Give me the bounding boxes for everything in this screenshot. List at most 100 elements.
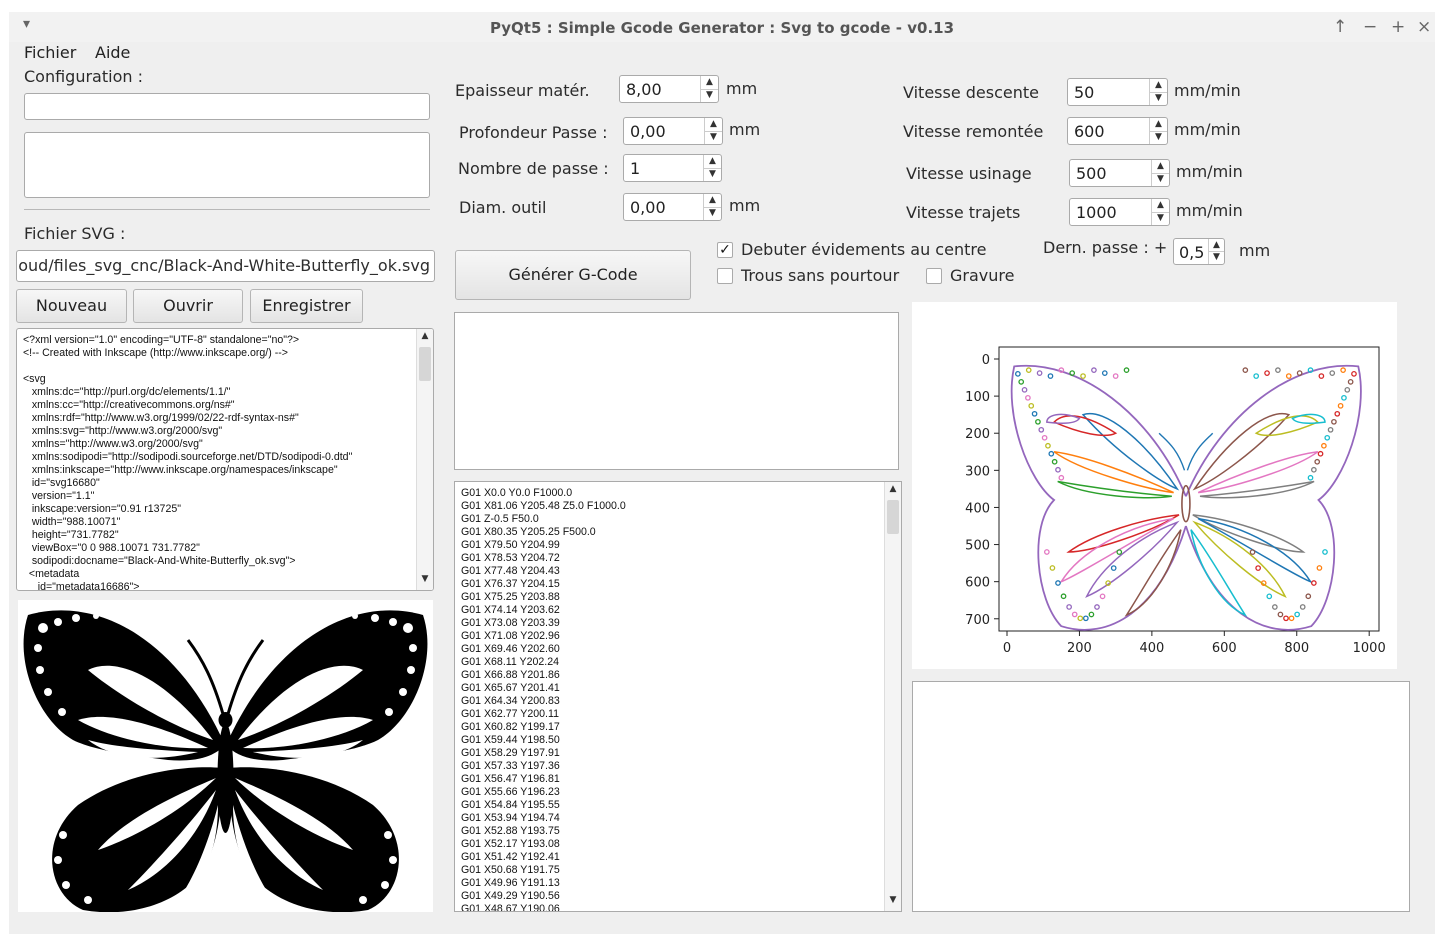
y-tick-label: 400: [965, 501, 990, 516]
spin-down-icon[interactable]: ▼: [701, 89, 718, 102]
gcode-line: G01 X0.0 Y0.0 F1000.0: [461, 487, 573, 499]
tool-diam-unit: mm: [729, 196, 761, 215]
y-tick-label: 200: [965, 427, 990, 442]
scroll-up-icon[interactable]: ▲: [885, 484, 901, 498]
gcode-line: G01 X71.08 Y202.96: [461, 630, 560, 642]
window-title: PyQt5 : Simple Gcode Generator : Svg to …: [489, 19, 955, 37]
maximize-button[interactable]: +: [1391, 17, 1405, 37]
menu-fichier[interactable]: Fichier: [24, 43, 76, 62]
generate-gcode-button[interactable]: Générer G-Code: [455, 250, 691, 300]
svg-source-scrollbar[interactable]: ▲ ▼: [416, 329, 433, 590]
gcode-output[interactable]: G01 X0.0 Y0.0 F1000.0 G01 X81.06 Y205.48 …: [454, 481, 902, 912]
last-pass-label: Dern. passe : +: [1043, 238, 1168, 257]
spin-up-icon[interactable]: ▲: [704, 155, 721, 169]
center-start-label: Debuter évidements au centre: [741, 240, 987, 259]
gcode-line: G01 X52.17 Y193.08: [461, 838, 560, 850]
x-tick-label: 400: [1139, 641, 1164, 656]
y-tick-label: 300: [965, 464, 990, 479]
x-tick-label: 200: [1067, 641, 1092, 656]
scroll-thumb[interactable]: [419, 347, 431, 381]
scroll-thumb[interactable]: [887, 500, 899, 534]
new-button[interactable]: Nouveau: [16, 289, 127, 323]
spin-down-icon[interactable]: ▼: [1152, 173, 1169, 186]
gcode-line: G01 X68.11 Y202.24: [461, 656, 559, 668]
tool-diam-spinbox[interactable]: 0,00 ▲ ▼: [623, 193, 722, 221]
gcode-scrollbar[interactable]: ▲ ▼: [884, 482, 901, 911]
spin-up-icon[interactable]: ▲: [704, 194, 721, 208]
speed-travel-unit: mm/min: [1176, 201, 1243, 220]
spin-up-icon[interactable]: ▲: [1150, 79, 1167, 93]
speed-up-value: 600: [1074, 122, 1105, 141]
gcode-line: G01 X75.25 Y203.88: [461, 591, 560, 603]
tool-diam-value: 0,00: [630, 198, 666, 217]
gcode-line: G01 X49.29 Y190.56: [461, 890, 560, 902]
gcode-line: G01 X59.44 Y198.50: [461, 734, 560, 746]
svg-path-input[interactable]: Cloud/files_svg_cnc/Black-And-White-Butt…: [16, 250, 435, 282]
gcode-line: G01 X69.46 Y202.60: [461, 643, 560, 655]
spin-down-icon[interactable]: ▼: [1150, 92, 1167, 105]
speed-travel-label: Vitesse trajets: [906, 203, 1021, 222]
y-tick-label: 0: [982, 353, 990, 368]
config-notes[interactable]: [24, 132, 430, 198]
speed-down-spinbox[interactable]: 50 ▲ ▼: [1067, 78, 1168, 106]
gcode-line: G01 X78.53 Y204.72: [461, 552, 560, 564]
tool-diam-label: Diam. outil: [459, 198, 547, 217]
scroll-down-icon[interactable]: ▼: [885, 895, 901, 909]
center-start-checkbox[interactable]: ✓: [717, 242, 733, 258]
engraving-checkbox[interactable]: [926, 268, 942, 284]
title-bar: ▾ PyQt5 : Simple Gcode Generator : Svg t…: [9, 12, 1435, 42]
speed-down-value: 50: [1074, 83, 1095, 102]
minimize-button[interactable]: −: [1363, 17, 1377, 37]
last-pass-value: 0,5: [1179, 243, 1205, 262]
speed-down-label: Vitesse descente: [903, 83, 1039, 102]
gcode-line: G01 X80.35 Y205.25 F500.0: [461, 526, 596, 538]
scroll-down-icon[interactable]: ▼: [417, 574, 433, 588]
log-output[interactable]: [454, 312, 899, 470]
spin-up-icon[interactable]: ▲: [705, 118, 722, 132]
gcode-line: G01 X62.77 Y200.11: [461, 708, 559, 720]
gcode-line: G01 X50.68 Y191.75: [461, 864, 560, 876]
speed-travel-value: 1000: [1076, 203, 1117, 222]
pass-depth-spinbox[interactable]: 0,00 ▲ ▼: [623, 117, 723, 145]
gcode-line: G01 X49.96 Y191.13: [461, 877, 560, 889]
pass-count-label: Nombre de passe :: [458, 159, 609, 178]
save-button[interactable]: Enregistrer: [250, 289, 363, 323]
spin-up-icon[interactable]: ▲: [1150, 118, 1167, 132]
thickness-spinbox[interactable]: 8,00 ▲ ▼: [619, 75, 719, 103]
holes-checkbox[interactable]: [717, 268, 733, 284]
spin-down-icon[interactable]: ▼: [1209, 251, 1224, 263]
svg-source-editor[interactable]: <?xml version="1.0" encoding="UTF-8" sta…: [16, 328, 434, 591]
last-pass-spinbox[interactable]: 0,5 ▲ ▼: [1173, 238, 1225, 265]
pass-depth-unit: mm: [729, 120, 761, 139]
holes-label: Trous sans pourtour: [741, 266, 900, 285]
spin-down-icon[interactable]: ▼: [705, 131, 722, 144]
gcode-line: G01 X64.34 Y200.83: [461, 695, 560, 707]
gcode-line: G01 X76.37 Y204.15: [461, 578, 560, 590]
y-tick-label: 100: [965, 390, 990, 405]
speed-mill-spinbox[interactable]: 500 ▲ ▼: [1069, 159, 1170, 187]
keep-above-button[interactable]: ↑: [1333, 17, 1347, 37]
config-input[interactable]: [24, 93, 430, 120]
spin-down-icon[interactable]: ▼: [704, 168, 721, 181]
spin-down-icon[interactable]: ▼: [1152, 212, 1169, 225]
y-tick-label: 700: [965, 613, 990, 628]
spin-up-icon[interactable]: ▲: [1152, 160, 1169, 174]
spin-down-icon[interactable]: ▼: [1150, 131, 1167, 144]
gcode-line: G01 X81.06 Y205.48 Z5.0 F1000.0: [461, 500, 626, 512]
svg-file-label: Fichier SVG :: [24, 224, 126, 243]
speed-mill-value: 500: [1076, 164, 1107, 183]
gcode-lines: G01 X0.0 Y0.0 F1000.0 G01 X81.06 Y205.48 …: [461, 487, 626, 911]
spin-up-icon[interactable]: ▲: [701, 76, 718, 90]
open-button[interactable]: Ouvrir: [133, 289, 243, 323]
thickness-label: Epaisseur matér.: [455, 81, 590, 100]
speed-travel-spinbox[interactable]: 1000 ▲ ▼: [1069, 198, 1170, 226]
menu-aide[interactable]: Aide: [95, 43, 130, 62]
x-tick-label: 1000: [1353, 641, 1386, 656]
spin-down-icon[interactable]: ▼: [704, 207, 721, 220]
speed-up-spinbox[interactable]: 600 ▲ ▼: [1067, 117, 1168, 145]
secondary-output[interactable]: [912, 681, 1410, 912]
close-button[interactable]: ×: [1417, 17, 1431, 37]
scroll-up-icon[interactable]: ▲: [417, 331, 433, 345]
spin-up-icon[interactable]: ▲: [1152, 199, 1169, 213]
pass-count-spinbox[interactable]: 1 ▲ ▼: [623, 154, 722, 182]
